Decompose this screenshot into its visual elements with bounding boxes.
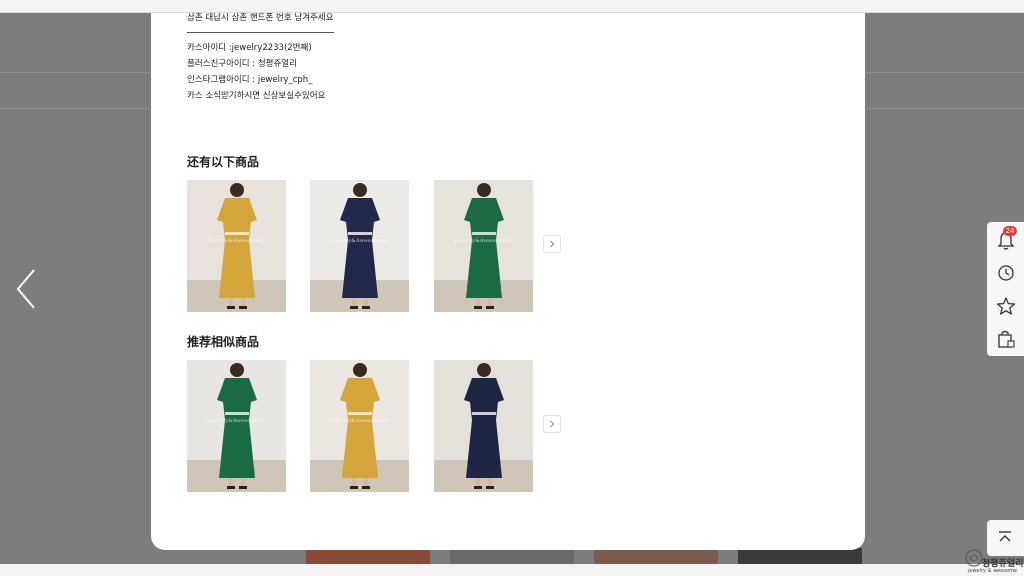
product-thumbnail-mustard[interactable]: Jewelry&Awesomeoh <box>187 180 286 312</box>
watermark-text: Jewelry&Awesomeoh <box>454 238 513 244</box>
arrow-up-icon <box>999 531 1011 542</box>
recent-view-button[interactable] <box>995 262 1017 284</box>
quick-menu-bar <box>987 222 1024 356</box>
wishlist-button[interactable] <box>995 295 1017 317</box>
dress-photo <box>434 180 533 312</box>
notification-count-badge: 24 <box>1003 226 1017 236</box>
star-icon <box>996 297 1016 315</box>
watermark-text: Jewelry&Awesomeoh <box>330 238 389 244</box>
clock-icon <box>998 265 1014 281</box>
product-thumbnail-green[interactable]: Jewelry&Awesomeoh <box>187 360 286 492</box>
notice-plus-friend-id: 플러스친구아이디 : 청평쥬얼리 <box>187 59 297 69</box>
watermark-text: Jewelry&Awesomeoh <box>207 418 266 424</box>
background-bottom-strip <box>0 564 1024 576</box>
notice-instagram-id: 인스타그램아이디 : jewelry_cph_ <box>187 75 313 85</box>
similar-products-title: 推荐相似商品 <box>187 335 260 349</box>
product-detail-modal: 삼촌 대납시 삼촌 핸드폰 번호 남겨주세요 카스아이디 :jewelry223… <box>151 13 865 550</box>
background-top-bar <box>0 0 1024 13</box>
cart-button[interactable] <box>995 328 1017 350</box>
more-products-title: 还有以下商品 <box>187 155 260 169</box>
shopping-bag-icon <box>998 330 1015 348</box>
dress-photo <box>187 360 286 492</box>
background-thumbnail <box>306 548 430 564</box>
notice-divider <box>187 32 334 33</box>
background-thumbnail <box>450 548 574 564</box>
chevron-right-icon <box>550 240 555 248</box>
chevron-right-icon <box>550 420 555 428</box>
chevron-left-icon <box>16 269 35 309</box>
product-thumbnail-green[interactable]: Jewelry&Awesomeoh <box>434 180 533 312</box>
watermark-text: Jewelry&Awesomeoh <box>330 418 389 424</box>
dress-photo <box>310 180 409 312</box>
notice-heading: 삼촌 대납시 삼촌 핸드폰 번호 남겨주세요 <box>187 13 334 23</box>
dress-photo <box>434 360 533 492</box>
background-thumbnail <box>738 548 862 564</box>
similar-products-next-button[interactable] <box>543 415 561 433</box>
dress-photo <box>187 180 286 312</box>
product-thumbnail-mustard[interactable]: Jewelry&Awesomeoh <box>310 360 409 492</box>
watermark-text: Jewelry&Awesomeoh <box>207 238 266 244</box>
product-thumbnail-navy[interactable]: Jewelry&Awesomeoh <box>310 180 409 312</box>
product-thumbnail-navy[interactable] <box>434 360 533 492</box>
store-logo-subtext: jewelry & awesome <box>968 568 1017 574</box>
background-thumbnail <box>594 548 718 564</box>
more-products-next-button[interactable] <box>543 235 561 253</box>
dress-photo <box>310 360 409 492</box>
notice-kakao-id: 카스아이디 :jewelry2233(2번째) <box>187 43 312 53</box>
previous-arrow-button[interactable] <box>12 266 42 312</box>
notice-subscribe-tip: 카스 소식받기하시면 신상보실수있어요 <box>187 91 326 101</box>
